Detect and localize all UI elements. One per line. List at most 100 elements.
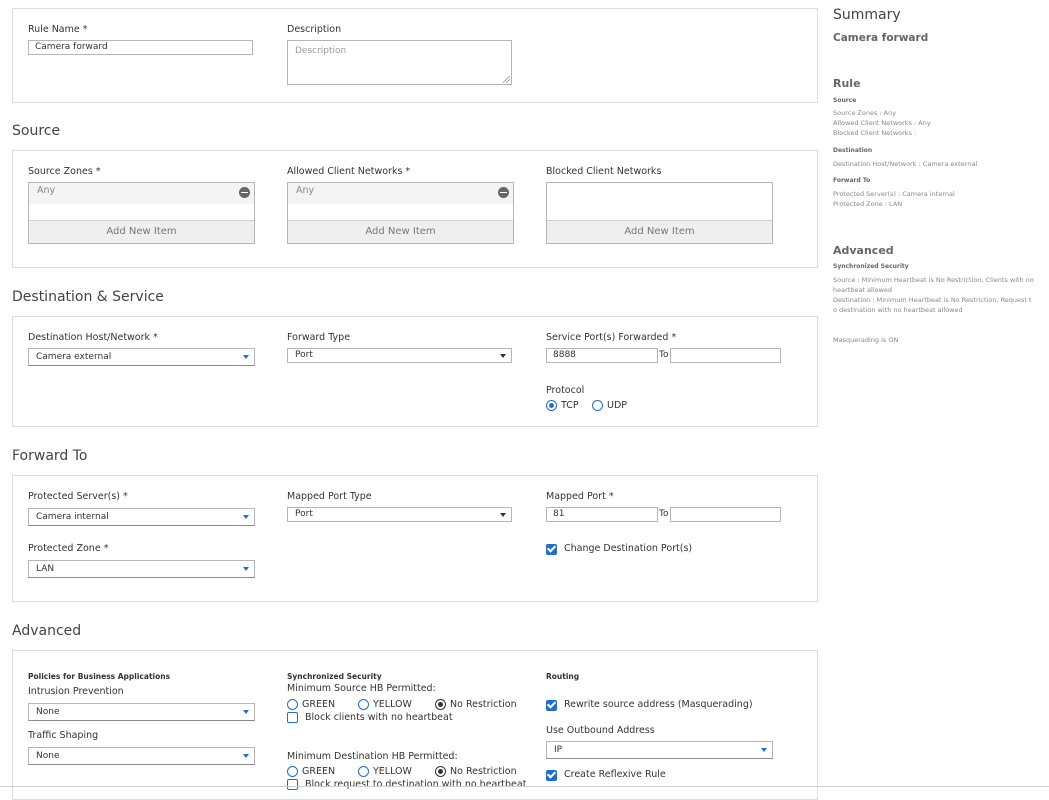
rewrite-source-label: Rewrite source address (Masquerading) — [564, 699, 753, 710]
mapped-port-input[interactable]: 81 — [546, 507, 658, 522]
block-clients-label: Block clients with no heartbeat — [305, 712, 453, 723]
ips-select[interactable]: None — [28, 703, 255, 721]
mapped-port-type-select[interactable]: Port — [287, 507, 512, 522]
advanced-section-title: Advanced — [12, 623, 82, 639]
summary-allowed-networks: Allowed Client Networks : Any — [833, 119, 931, 127]
forward-type-select[interactable]: Port — [287, 348, 512, 363]
blocked-networks-list: Add New Item — [546, 182, 773, 244]
mapped-port-label: Mapped Port * — [546, 491, 614, 502]
source-yellow-radio[interactable] — [358, 699, 369, 710]
source-zones-list: Any Add New Item — [28, 182, 255, 244]
allowed-networks-add-button[interactable]: Add New Item — [288, 220, 513, 243]
policies-heading: Policies for Business Applications — [28, 672, 171, 681]
summary-sync-dest-1: Destination : Minimum Heartbeat is No Re… — [833, 296, 1032, 304]
chevron-down-icon — [243, 754, 249, 758]
block-clients-checkbox[interactable] — [287, 712, 298, 723]
block-request-checkbox[interactable] — [287, 779, 298, 790]
change-destination-label: Change Destination Port(s) — [564, 543, 693, 554]
source-no-restriction-radio[interactable] — [435, 699, 446, 710]
allowed-networks-label: Allowed Client Networks * — [287, 166, 411, 177]
destination-section-title: Destination & Service — [12, 289, 164, 305]
destination-host-value: Camera external — [36, 352, 112, 362]
service-port-input[interactable]: 8888 — [546, 348, 658, 363]
protected-servers-label: Protected Server(s) * — [28, 491, 128, 502]
blocked-networks-label: Blocked Client Networks — [546, 166, 662, 177]
dest-yellow-label: YELLOW — [373, 766, 412, 777]
protected-servers-value: Camera internal — [36, 512, 109, 522]
routing-heading: Routing — [546, 672, 580, 681]
source-zones-add-button[interactable]: Add New Item — [29, 220, 254, 243]
summary-rule-heading: Rule — [833, 77, 861, 90]
protocol-tcp-radio[interactable] — [546, 400, 557, 411]
protected-servers-select[interactable]: Camera internal — [28, 508, 255, 526]
dest-no-restriction-radio[interactable] — [435, 766, 446, 777]
ips-value: None — [36, 707, 60, 717]
remove-icon[interactable] — [239, 187, 250, 198]
summary-rule-name: Camera forward — [833, 32, 929, 44]
outbound-address-label: Use Outbound Address — [546, 725, 655, 736]
protocol-udp-label: UDP — [607, 400, 627, 411]
rule-name-label: Rule Name * — [28, 24, 88, 35]
shaping-select[interactable]: None — [28, 747, 255, 765]
blocked-networks-add-button[interactable]: Add New Item — [547, 220, 772, 243]
dest-yellow-radio[interactable] — [358, 766, 369, 777]
chevron-down-icon — [243, 355, 249, 359]
rewrite-source-checkbox[interactable] — [546, 700, 557, 711]
source-zones-label: Source Zones * — [28, 166, 101, 177]
protected-zone-value: LAN — [36, 564, 55, 574]
min-dest-label: Minimum Destination HB Permitted: — [287, 751, 458, 762]
summary-protected-servers: Protected Server(s) : Camera internal — [833, 190, 955, 198]
source-green-radio[interactable] — [287, 699, 298, 710]
summary-destination-host: Destination Host/Network : Camera extern… — [833, 160, 978, 168]
remove-icon[interactable] — [498, 187, 509, 198]
chevron-down-icon — [500, 354, 506, 358]
allowed-networks-item[interactable]: Any — [288, 183, 513, 204]
bottom-border — [0, 786, 1049, 787]
chevron-down-icon — [243, 515, 249, 519]
ips-label: Intrusion Prevention — [28, 686, 124, 697]
destination-host-label: Destination Host/Network * — [28, 332, 158, 343]
description-textarea[interactable]: Description — [287, 40, 512, 85]
mapped-port-type-value: Port — [295, 509, 313, 519]
outbound-address-select[interactable]: IP — [546, 741, 773, 759]
destination-host-select[interactable]: Camera external — [28, 348, 255, 366]
dest-no-restriction-label: No Restriction — [450, 766, 517, 777]
source-no-restriction-label: No Restriction — [450, 699, 517, 710]
summary-sync-source-2: heartbeat allowed — [833, 286, 893, 294]
protocol-udp-radio[interactable] — [592, 400, 603, 411]
summary-sync-source-1: Source : Minimum Heartbeat is No Restric… — [833, 276, 1034, 284]
rule-name-input[interactable]: Camera forward — [28, 40, 253, 55]
outbound-address-value: IP — [554, 745, 563, 755]
source-zones-item[interactable]: Any — [29, 183, 254, 204]
summary-sync-dest-2: o destination with no heartbeat allowed — [833, 306, 963, 314]
reflexive-rule-label: Create Reflexive Rule — [564, 769, 666, 780]
allowed-networks-list: Any Add New Item — [287, 182, 514, 244]
change-destination-checkbox[interactable] — [546, 544, 557, 555]
summary-source-zones: Source Zones : Any — [833, 109, 897, 117]
protected-zone-label: Protected Zone * — [28, 543, 109, 554]
chevron-down-icon — [243, 567, 249, 571]
summary-forward-to-heading: Forward To — [833, 177, 871, 184]
mapped-port-to-input[interactable] — [670, 507, 781, 522]
mapped-port-type-label: Mapped Port Type — [287, 491, 372, 502]
forward-to-section-title: Forward To — [12, 448, 88, 464]
service-port-label: Service Port(s) Forwarded * — [546, 332, 677, 343]
source-section-title: Source — [12, 123, 61, 139]
protected-zone-select[interactable]: LAN — [28, 560, 255, 578]
resize-grip-icon[interactable] — [503, 76, 510, 83]
dest-green-label: GREEN — [302, 766, 336, 777]
summary-masquerading: Masquerading is ON — [833, 336, 899, 344]
reflexive-rule-checkbox[interactable] — [546, 770, 557, 781]
summary-sync-heading: Synchronized Security — [833, 263, 909, 270]
source-yellow-label: YELLOW — [373, 699, 412, 710]
protocol-label: Protocol — [546, 385, 585, 396]
min-source-label: Minimum Source HB Permitted: — [287, 683, 436, 694]
mapped-port-to-label: To — [659, 509, 669, 519]
summary-blocked-networks: Blocked Client Networks : — [833, 129, 917, 137]
forward-type-value: Port — [295, 350, 313, 360]
forward-type-label: Forward Type — [287, 332, 351, 343]
dest-green-radio[interactable] — [287, 766, 298, 777]
summary-protected-zone: Protected Zone : LAN — [833, 200, 903, 208]
service-port-to-input[interactable] — [670, 348, 781, 363]
sync-heading: Synchronized Security — [287, 672, 382, 681]
